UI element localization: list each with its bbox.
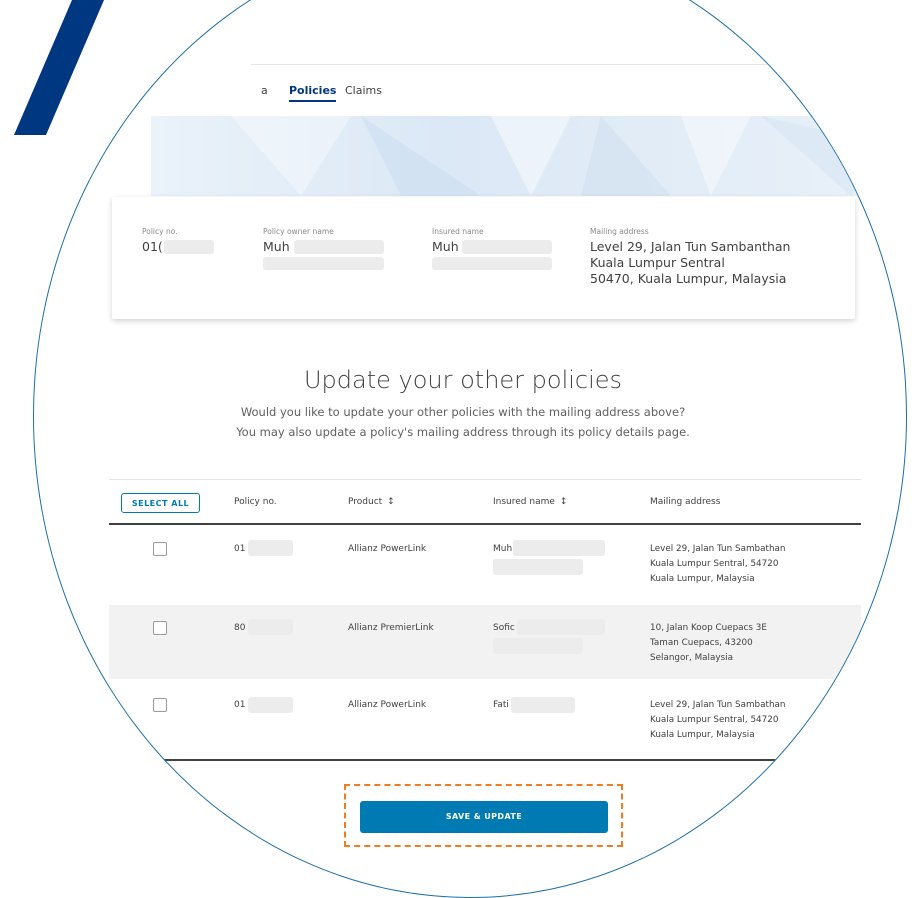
row-address-line-1: Level 29, Jalan Tun Sambathan [650, 544, 786, 554]
header-product[interactable]: Product ↕ [348, 497, 395, 507]
banner-pattern [231, 116, 891, 196]
redacted-block [294, 240, 384, 254]
row-address-line-2: Kuala Lumpur Sentral, 54720 [650, 715, 779, 725]
row-insured: Muh [493, 544, 513, 554]
redacted-block [248, 697, 293, 713]
section-heading: Update your other policies [303, 366, 623, 394]
section-description-2: You may also update a policy's mailing a… [236, 425, 690, 439]
redacted-block [513, 540, 605, 556]
row-address-line-3: Selangor, Malaysia [650, 653, 734, 663]
tab-policies[interactable]: Policies [289, 84, 337, 102]
sort-updown-icon[interactable]: ↕ [387, 497, 395, 507]
tab-claims[interactable]: Claims [345, 84, 382, 97]
policy-summary-card: Policy no. 01( Policy owner name Muh Ins… [112, 197, 855, 319]
select-all-button[interactable]: SELECT ALL [121, 493, 200, 513]
row-policy-no: 01 [234, 700, 246, 710]
owner-label: Policy owner name [263, 227, 334, 236]
table-top-divider [109, 479, 861, 480]
mailing-line-1: Level 29, Jalan Tun Sambanthan [590, 239, 791, 254]
insured-label: Insured name [432, 227, 484, 236]
mailing-label: Mailing address [590, 227, 649, 236]
row-product: Allianz PowerLink [348, 544, 427, 554]
row-checkbox[interactable] [153, 698, 167, 712]
policy-no-label: Policy no. [142, 227, 178, 236]
row-address-line-2: Kuala Lumpur Sentral, 54720 [650, 559, 779, 569]
redacted-block [432, 257, 552, 270]
header-product-label: Product [348, 497, 383, 507]
row-insured: Sofic [493, 623, 515, 633]
redacted-block [263, 257, 384, 270]
row-address-line-2: Taman Cuepacs, 43200 [650, 638, 753, 648]
row-address-line-3: Kuala Lumpur, Malaysia [650, 574, 755, 584]
row-insured: Fati [493, 700, 509, 710]
redacted-block [517, 619, 605, 635]
redacted-block [462, 240, 552, 254]
row-checkbox[interactable] [153, 621, 167, 635]
section-description-1: Would you like to update your other poli… [240, 405, 686, 419]
row-address-line-1: Level 29, Jalan Tun Sambathan [650, 700, 786, 710]
owner-value: Muh [263, 239, 290, 254]
magnifier-lens: a Policies Claims Policy no. 01( Policy … [33, 0, 907, 898]
redacted-block [248, 619, 293, 635]
header-insured-label: Insured name [493, 497, 555, 507]
table-bottom-divider [109, 759, 861, 761]
row-address-line-3: Kuala Lumpur, Malaysia [650, 730, 755, 740]
row-product: Allianz PowerLink [348, 700, 427, 710]
save-update-button[interactable]: SAVE & UPDATE [360, 801, 608, 833]
redacted-block [164, 240, 214, 254]
redacted-block [248, 540, 293, 556]
header-divider [251, 64, 891, 65]
sort-updown-icon[interactable]: ↕ [560, 497, 568, 507]
redacted-block [493, 638, 583, 654]
table-header-divider [109, 523, 861, 525]
row-address-line-1: 10, Jalan Koop Cuepacs 3E [650, 623, 767, 633]
redacted-block [511, 697, 575, 713]
policy-no-value: 01( [142, 239, 163, 254]
row-policy-no: 01 [234, 544, 246, 554]
row-product: Allianz PremierLink [348, 623, 434, 633]
hero-banner [151, 116, 891, 196]
insured-value: Muh [432, 239, 459, 254]
row-policy-no: 80 [234, 623, 246, 633]
header-policy-no: Policy no. [234, 497, 277, 507]
header-mailing-address: Mailing address [650, 497, 721, 507]
mailing-line-3: 50470, Kuala Lumpur, Malaysia [590, 271, 787, 286]
mailing-line-2: Kuala Lumpur Sentral [590, 255, 725, 270]
row-checkbox[interactable] [153, 542, 167, 556]
redacted-block [493, 559, 583, 575]
tab-partial[interactable]: a [261, 84, 268, 97]
header-insured-name[interactable]: Insured name ↕ [493, 497, 567, 507]
